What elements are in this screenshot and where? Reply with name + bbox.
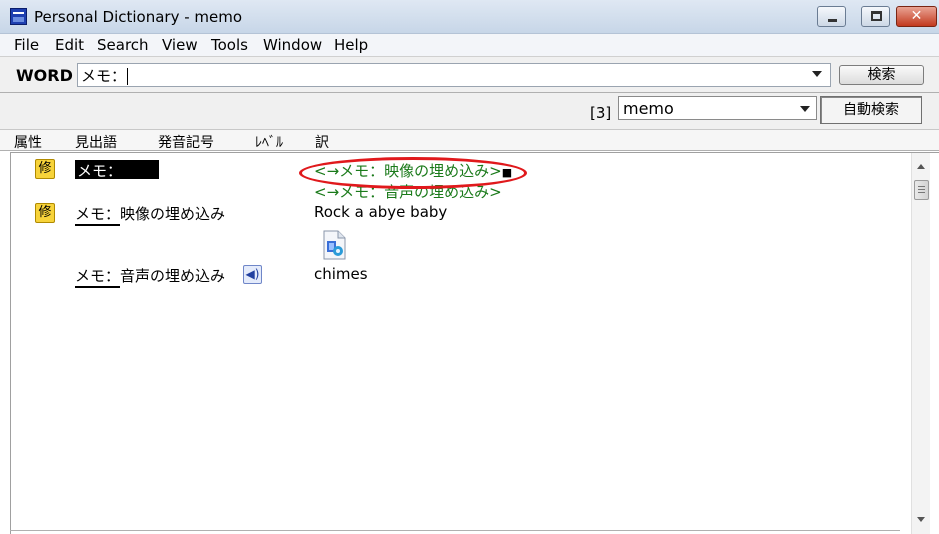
text-caret	[127, 68, 129, 85]
dictionary-toolbar: [3] memo 自動検索	[0, 93, 939, 130]
vertical-scrollbar[interactable]	[911, 153, 930, 534]
red-highlight-circle	[299, 157, 527, 189]
auto-search-button[interactable]: 自動検索	[820, 96, 922, 124]
dictionary-app-icon[interactable]	[10, 8, 27, 25]
audio-file-icon[interactable]	[321, 230, 347, 260]
word-input-value: メモ：	[81, 67, 127, 85]
search-toolbar: WORD メモ： 検索	[0, 56, 939, 93]
list-item[interactable]: 修 メモ：映像の埋め込み Rock a abye baby	[11, 201, 911, 263]
bottom-tab-strip	[10, 530, 900, 534]
scroll-down-icon[interactable]	[917, 517, 925, 522]
maximize-button[interactable]	[861, 6, 890, 27]
word-input[interactable]: メモ：	[77, 63, 831, 87]
menu-bar: File Edit Search View Tools Window Help	[0, 34, 939, 56]
close-button[interactable]: ✕	[896, 6, 937, 27]
title-bar: Personal Dictionary - memo ✕	[0, 0, 939, 34]
column-headers: 属性 見出語 発音記号 ﾚﾍﾞﾙ 訳	[0, 130, 939, 151]
column-level[interactable]: ﾚﾍﾞﾙ	[255, 132, 283, 152]
headword-underlined: メモ：	[75, 267, 121, 288]
column-attribute[interactable]: 属性	[14, 132, 42, 152]
scroll-thumb[interactable]	[914, 180, 929, 200]
modifier-badge: 修	[35, 159, 55, 179]
dictionary-select[interactable]: memo	[618, 96, 817, 120]
word-label: WORD	[16, 66, 73, 85]
headword-underlined: メモ：	[75, 205, 121, 226]
list-item[interactable]: メモ：音声の埋め込み ◀) chimes	[11, 263, 911, 293]
chevron-down-icon[interactable]	[800, 106, 810, 112]
menu-tools[interactable]: Tools	[211, 36, 248, 54]
list-item[interactable]: 修 メモ： <→メモ：映像の埋め込み>■ <→メモ：音声の埋め込み>	[11, 157, 911, 201]
menu-window[interactable]: Window	[263, 36, 322, 54]
column-headword[interactable]: 見出語	[75, 132, 117, 152]
chevron-down-icon[interactable]	[812, 71, 822, 77]
column-pronunciation[interactable]: 発音記号	[158, 132, 214, 152]
result-count: [3]	[590, 104, 612, 122]
minimize-button[interactable]	[817, 6, 846, 27]
headword[interactable]: メモ：映像の埋め込み	[75, 203, 226, 226]
headword[interactable]: メモ：音声の埋め込み	[75, 265, 226, 288]
dictionary-select-value: memo	[623, 99, 674, 118]
minimize-icon	[828, 19, 837, 22]
speaker-icon[interactable]: ◀)	[243, 265, 262, 284]
menu-edit[interactable]: Edit	[55, 36, 84, 54]
headword-rest: 音声の埋め込み	[120, 267, 226, 285]
window-title: Personal Dictionary - memo	[34, 8, 243, 26]
entry-list[interactable]: 修 メモ： <→メモ：映像の埋め込み>■ <→メモ：音声の埋め込み> 修 メモ：…	[10, 152, 939, 534]
headword[interactable]: メモ：	[75, 160, 159, 180]
menu-search[interactable]: Search	[97, 36, 149, 54]
menu-help[interactable]: Help	[334, 36, 368, 54]
column-translation[interactable]: 訳	[315, 132, 329, 152]
search-button[interactable]: 検索	[839, 65, 924, 85]
menu-view[interactable]: View	[162, 36, 198, 54]
maximize-icon	[871, 11, 882, 21]
translation-text: Rock a abye baby	[314, 203, 448, 221]
translation-text: chimes	[314, 265, 368, 283]
modifier-badge: 修	[35, 203, 55, 223]
headword-rest: 映像の埋め込み	[120, 205, 226, 223]
menu-file[interactable]: File	[14, 36, 39, 54]
close-icon: ✕	[910, 8, 923, 24]
scroll-up-icon[interactable]	[917, 164, 925, 169]
